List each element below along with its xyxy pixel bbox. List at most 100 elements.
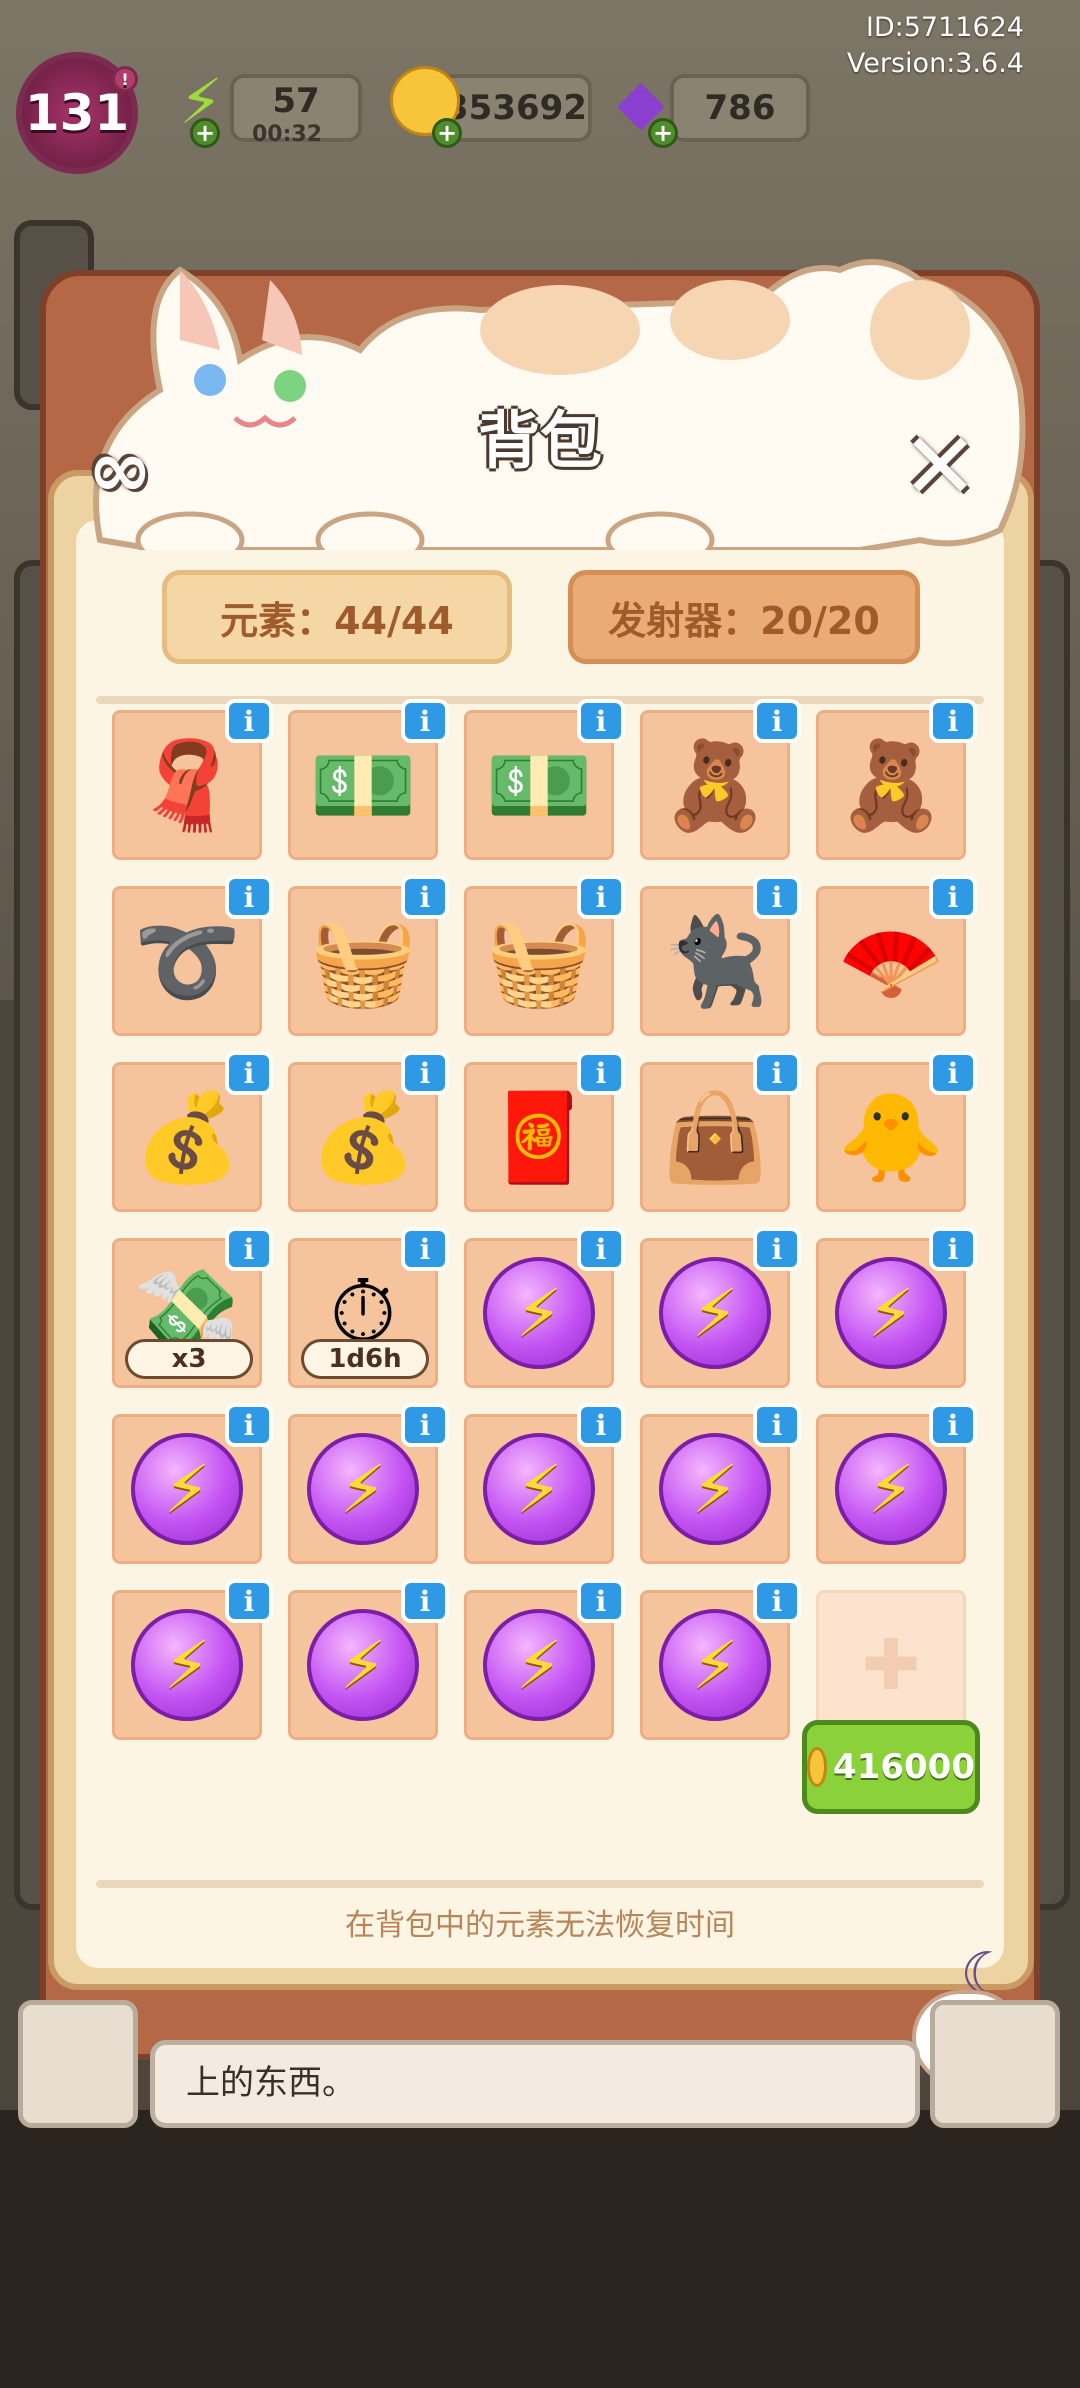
build-info: ID:5711624 Version:3.6.4 <box>847 10 1024 82</box>
info-icon[interactable]: i <box>401 1051 449 1095</box>
info-icon[interactable]: i <box>401 1227 449 1271</box>
plus-icon: ✚ <box>861 1624 921 1706</box>
lightning-icon: ⚡ <box>659 1257 771 1369</box>
inventory-slot[interactable]: 🐈‍⬛ i <box>640 875 801 1036</box>
info-icon[interactable]: i <box>401 1403 449 1447</box>
coin-value: 353692 <box>445 88 587 128</box>
buy-price: 416000 <box>833 1747 975 1787</box>
inventory-slot[interactable]: ⚡ i <box>816 1227 977 1388</box>
version-label: Version:3.6.4 <box>846 48 1024 79</box>
info-icon[interactable]: i <box>577 1403 625 1447</box>
close-button[interactable]: ✕ <box>890 413 990 520</box>
inventory-slot[interactable]: 🧸 i <box>640 699 801 860</box>
info-icon[interactable]: i <box>401 699 449 743</box>
info-icon[interactable]: i <box>225 1403 273 1447</box>
info-icon[interactable]: i <box>577 875 625 919</box>
inventory-slot[interactable]: ⚡ i <box>288 1579 449 1740</box>
inventory-slot[interactable]: ⚡ i <box>640 1579 801 1740</box>
cat-paw-left-icon: ∞ <box>87 425 153 515</box>
lightning-icon: ⚡ <box>483 1609 595 1721</box>
info-icon[interactable]: i <box>929 875 977 919</box>
lightning-icon: ⚡ <box>835 1433 947 1545</box>
lightning-icon: ⚡ <box>483 1433 595 1545</box>
info-icon[interactable]: i <box>577 1051 625 1095</box>
inventory-slot[interactable]: 🪭 i <box>816 875 977 1036</box>
inventory-slot[interactable]: ✚ <box>816 1590 966 1740</box>
info-icon[interactable]: i <box>225 699 273 743</box>
energy-timer: 00:32 <box>252 122 323 147</box>
buy-slot-button[interactable]: 416000 <box>802 1720 980 1814</box>
empty-slot-plus-icon: ✚ <box>819 1593 963 1737</box>
info-icon[interactable]: i <box>225 875 273 919</box>
inventory-slot[interactable]: 👜 i <box>640 1051 801 1212</box>
tab-elements[interactable]: 元素：44/44 <box>162 570 512 664</box>
inventory-slot[interactable]: ⚡ i <box>112 1403 273 1564</box>
inventory-slot[interactable]: ⚡ i <box>112 1579 273 1740</box>
inventory-slot[interactable]: 🐥 i <box>816 1051 977 1212</box>
tab-emitters[interactable]: 发射器：20/20 <box>568 570 920 664</box>
inventory-slot[interactable]: 💰 i <box>112 1051 273 1212</box>
info-icon[interactable]: i <box>225 1579 273 1623</box>
info-icon[interactable]: i <box>753 699 801 743</box>
gem-plus-icon[interactable]: + <box>648 118 678 148</box>
lightning-icon: ⚡ <box>131 1433 243 1545</box>
coin-icon <box>807 1747 828 1787</box>
info-icon[interactable]: i <box>929 699 977 743</box>
lightning-icon: ⚡ <box>307 1433 419 1545</box>
inventory-slot[interactable]: ⚡ i <box>464 1227 625 1388</box>
info-icon[interactable]: i <box>929 1227 977 1271</box>
lightning-icon: ⚡ <box>659 1433 771 1545</box>
level-number: 131 <box>24 84 130 142</box>
inventory-slot[interactable]: ⚡ i <box>816 1403 977 1564</box>
dialogue-text: 上的东西。 <box>186 2063 356 2103</box>
inventory-slot[interactable]: 🧺 i <box>288 875 449 1036</box>
background-bottom <box>0 2110 1080 2388</box>
inventory-slot[interactable]: 🧺 i <box>464 875 625 1036</box>
inventory-slot[interactable]: ⚡ i <box>288 1403 449 1564</box>
inventory-slot[interactable]: 💵 i <box>288 699 449 860</box>
inventory-slot[interactable]: 💸 x3 i <box>112 1227 273 1388</box>
info-icon[interactable]: i <box>753 1579 801 1623</box>
info-icon[interactable]: i <box>401 875 449 919</box>
inventory-slot[interactable]: 🧣 i <box>112 699 273 860</box>
item-count-badge: x3 <box>125 1339 253 1379</box>
lightning-icon: ⚡ <box>835 1257 947 1369</box>
info-icon[interactable]: i <box>577 1227 625 1271</box>
inventory-slot[interactable]: ⏱ 1d6h i <box>288 1227 449 1388</box>
lightning-icon: ⚡ <box>131 1609 243 1721</box>
inventory-slot[interactable]: 💵 i <box>464 699 625 860</box>
info-icon[interactable]: i <box>401 1579 449 1623</box>
inventory-slot[interactable]: 🧸 i <box>816 699 977 860</box>
lightning-icon: ⚡ <box>659 1609 771 1721</box>
inventory-slot[interactable]: 🧧 i <box>464 1051 625 1212</box>
inventory-slot[interactable]: 💰 i <box>288 1051 449 1212</box>
info-icon[interactable]: i <box>929 1051 977 1095</box>
backpack-footer-note: 在背包中的元素无法恢复时间 <box>345 1908 735 1943</box>
level-alert-icon: ! <box>112 66 138 92</box>
inventory-slot[interactable]: ⚡ i <box>640 1403 801 1564</box>
energy-value: 57 <box>272 81 320 121</box>
bg-left-box <box>18 2000 138 2128</box>
info-icon[interactable]: i <box>753 1051 801 1095</box>
info-icon[interactable]: i <box>753 1227 801 1271</box>
info-icon[interactable]: i <box>753 1403 801 1447</box>
energy-plus-icon[interactable]: + <box>190 118 220 148</box>
inventory-slot[interactable]: ⚡ i <box>640 1227 801 1388</box>
gem-counter[interactable]: 786 <box>670 74 810 142</box>
info-icon[interactable]: i <box>929 1403 977 1447</box>
coin-plus-icon[interactable]: + <box>432 118 462 148</box>
inventory-slot[interactable]: ⚡ i <box>464 1579 625 1740</box>
item-count-badge: 1d6h <box>301 1339 429 1379</box>
lightning-icon: ⚡ <box>307 1609 419 1721</box>
level-badge[interactable]: 131 ! <box>16 52 138 174</box>
info-icon[interactable]: i <box>577 1579 625 1623</box>
info-icon[interactable]: i <box>225 1051 273 1095</box>
info-icon[interactable]: i <box>577 699 625 743</box>
divider-bottom <box>96 1880 984 1888</box>
lightning-icon: ⚡ <box>483 1257 595 1369</box>
info-icon[interactable]: i <box>225 1227 273 1271</box>
info-icon[interactable]: i <box>753 875 801 919</box>
player-id: ID:5711624 <box>865 12 1024 43</box>
inventory-slot[interactable]: ⚡ i <box>464 1403 625 1564</box>
inventory-slot[interactable]: ➰ i <box>112 875 273 1036</box>
